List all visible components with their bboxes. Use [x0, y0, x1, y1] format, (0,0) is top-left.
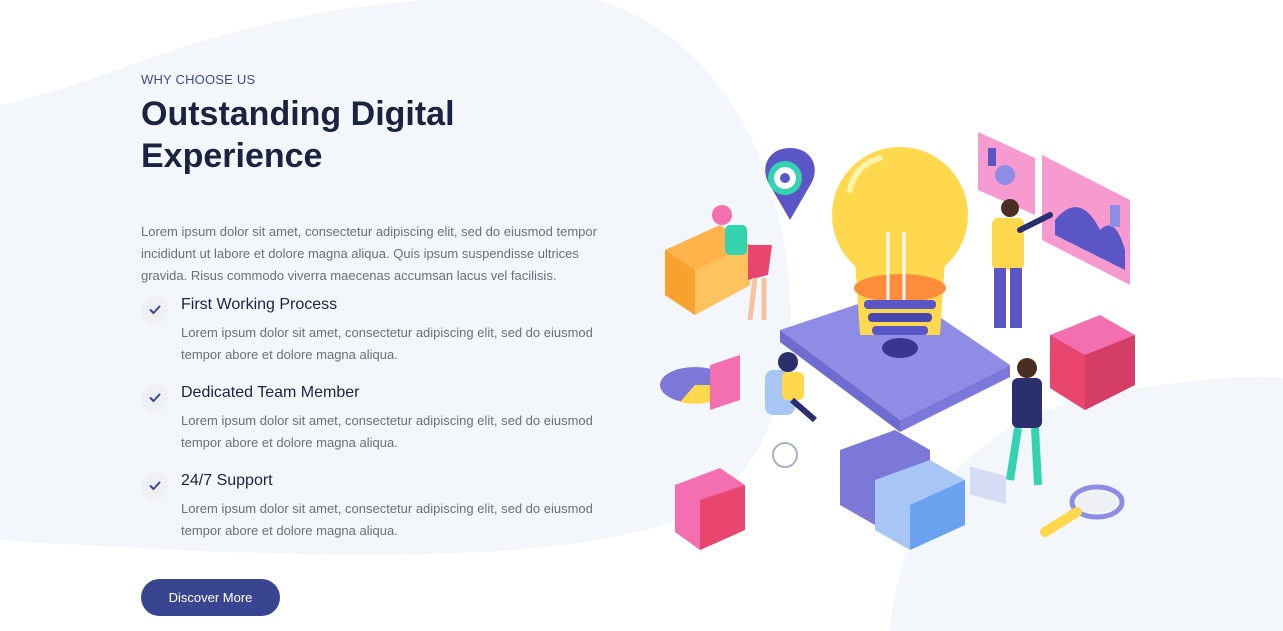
feature-title: 24/7 Support	[181, 472, 273, 489]
feature-title: Dedicated Team Member	[181, 384, 360, 401]
check-icon	[141, 296, 169, 324]
section-eyebrow: WHY CHOOSE US	[141, 72, 256, 87]
feature-description: Lorem ipsum dolor sit amet, consectetur …	[181, 325, 593, 362]
section-intro: Lorem ipsum dolor sit amet, consectetur …	[141, 224, 597, 283]
check-icon	[141, 472, 169, 500]
section-title: Outstanding Digital Experience	[141, 95, 455, 175]
discover-more-button[interactable]: Discover More	[141, 579, 280, 616]
why-choose-us-section: WHY CHOOSE US Outstanding Digital Experi…	[141, 72, 631, 287]
feature-title: First Working Process	[181, 296, 338, 313]
digital-experience-illustration	[660, 132, 1135, 550]
feature-description: Lorem ipsum dolor sit amet, consectetur …	[181, 501, 593, 538]
check-icon	[141, 384, 169, 412]
feature-description: Lorem ipsum dolor sit amet, consectetur …	[181, 413, 593, 450]
